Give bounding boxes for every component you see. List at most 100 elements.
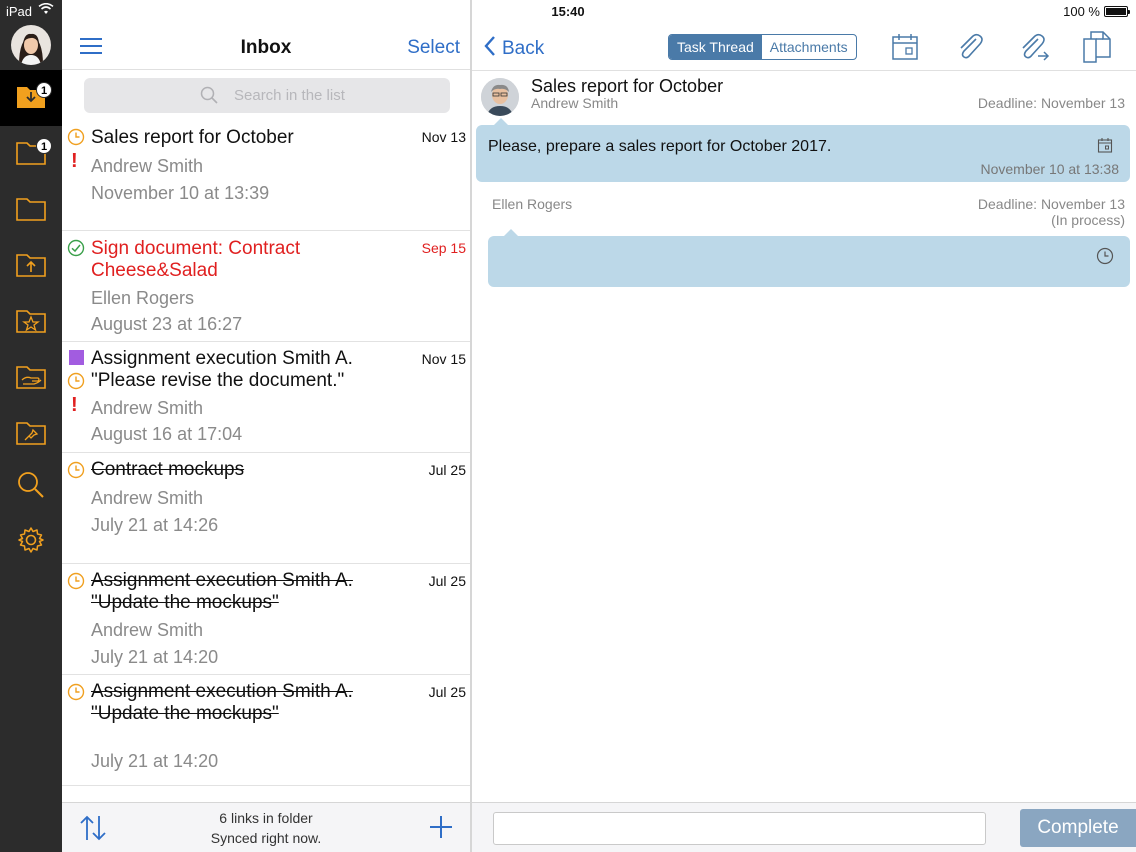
- list-item-date: Jul 25: [428, 462, 466, 478]
- author-avatar: [481, 78, 519, 116]
- list-item-date: Jul 25: [428, 573, 466, 589]
- attach-forward-icon[interactable]: [1018, 31, 1050, 66]
- detail-toolbar: Back Task Thread Attachments: [472, 24, 1136, 71]
- sidebar: 1 1: [0, 0, 62, 852]
- list-item-time: August 23 at 16:27: [91, 314, 243, 334]
- task-author: Andrew Smith: [531, 95, 619, 111]
- check-circle-icon: [67, 239, 85, 262]
- list-item[interactable]: Contract mockups Jul 25 Andrew Smith Jul…: [62, 453, 470, 564]
- list-item-date: Nov 13: [421, 129, 466, 145]
- tab-attachments[interactable]: Attachments: [762, 35, 856, 59]
- high-priority-icon: !: [71, 150, 78, 172]
- assignee-status: (In process): [1051, 212, 1125, 228]
- task-message-time: November 10 at 13:38: [980, 161, 1119, 177]
- sidebar-item-settings[interactable]: [0, 514, 62, 570]
- sync-status: Synced right now.: [210, 830, 322, 846]
- back-button[interactable]: Back: [484, 35, 544, 63]
- sidebar-item-search[interactable]: [0, 459, 62, 515]
- chevron-left-icon: [484, 35, 496, 63]
- clock-icon: [67, 683, 85, 706]
- list-item-sender: Andrew Smith: [91, 488, 204, 508]
- task-message-bubble: Please, prepare a sales report for Octob…: [476, 125, 1130, 182]
- bubble-tail: [504, 229, 518, 236]
- folder-upload-icon: [16, 251, 46, 282]
- sidebar-item-pinned[interactable]: [0, 406, 62, 462]
- copy-document-icon[interactable]: [1081, 31, 1113, 68]
- list-item[interactable]: ! Sales report for October Nov 13 Andrew…: [62, 120, 470, 231]
- battery-percent: 100 %: [1063, 4, 1100, 19]
- folder-pin-icon: [16, 419, 46, 450]
- folder-hand-icon: [16, 363, 46, 394]
- list-item-subject: Contract mockups: [91, 459, 245, 480]
- detail-footer: Complete: [472, 802, 1136, 852]
- status-bar: iPad 15:40 100 %: [0, 0, 1136, 24]
- clock-time: 15:40: [551, 4, 585, 19]
- category-color-icon: [69, 350, 84, 365]
- sidebar-item-favorites[interactable]: [0, 294, 62, 350]
- list-item[interactable]: ! Assignment execution Smith A. "Please …: [62, 342, 470, 453]
- folder-status: 6 links in folder Synced right now.: [62, 808, 470, 848]
- clock-icon: [67, 572, 85, 595]
- list-item-subject: Sign document: Contract Cheese&Salad: [91, 238, 301, 281]
- task-message-text: Please, prepare a sales report for Octob…: [488, 138, 832, 155]
- search-icon: [16, 470, 46, 505]
- sidebar-item-folder[interactable]: [0, 182, 62, 238]
- clock-icon: [1096, 247, 1114, 270]
- list-item-time: July 21 at 14:20: [91, 751, 219, 771]
- clock-icon: [67, 372, 85, 395]
- add-icon[interactable]: [428, 814, 454, 845]
- task-deadline: Deadline: November 13: [977, 95, 1125, 111]
- list-item[interactable]: Assignment execution Smith A. "Update th…: [62, 564, 470, 675]
- user-avatar[interactable]: [11, 25, 51, 65]
- task-detail-pane: Back Task Thread Attachments Sales repor…: [472, 0, 1136, 852]
- battery-indicator: 100 %: [1063, 4, 1130, 19]
- list-item-time: August 16 at 17:04: [91, 424, 243, 444]
- high-priority-icon: !: [71, 394, 78, 416]
- list-item-subject: Assignment execution Smith A. "Update th…: [91, 681, 353, 724]
- search-input[interactable]: [84, 78, 450, 113]
- list-item-subject: Assignment execution Smith A. "Please re…: [91, 348, 353, 391]
- tab-task-thread[interactable]: Task Thread: [669, 35, 762, 59]
- list-item-time: July 21 at 14:20: [91, 647, 219, 667]
- sidebar-item-delegated[interactable]: [0, 350, 62, 406]
- list-item-sender: Andrew Smith: [91, 620, 204, 640]
- message-list-pane: Inbox Select ! Sales report for October …: [62, 0, 470, 852]
- battery-icon: [1104, 6, 1130, 17]
- list-item-sender: Ellen Rogers: [91, 288, 195, 308]
- list-item-sender: Andrew Smith: [91, 156, 204, 176]
- sidebar-item-sent[interactable]: [0, 238, 62, 294]
- list-item[interactable]: Assignment execution Smith A. "Update th…: [62, 675, 470, 786]
- calendar-icon: [1097, 137, 1113, 158]
- search-bar[interactable]: [84, 78, 450, 113]
- folder-icon: [16, 195, 46, 226]
- calendar-icon[interactable]: [891, 31, 919, 66]
- task-title: Sales report for October: [531, 76, 724, 96]
- list-item-subject: Assignment execution Smith A. "Update th…: [91, 570, 353, 613]
- outbox-badge: 1: [36, 138, 52, 154]
- gear-icon: [16, 525, 46, 560]
- list-item-subject: Sales report for October: [91, 127, 294, 148]
- sidebar-item-inbox[interactable]: 1: [0, 70, 62, 126]
- sidebar-item-outbox[interactable]: 1: [0, 126, 62, 182]
- assignee-deadline: Deadline: November 13 (In process): [978, 196, 1125, 228]
- list-footer: 6 links in folder Synced right now.: [62, 802, 470, 852]
- list-item-date: Sep 15: [421, 240, 466, 256]
- link-count: 6 links in folder: [219, 810, 313, 826]
- list-item-time: July 21 at 14:26: [91, 515, 219, 535]
- paperclip-icon[interactable]: [954, 31, 984, 66]
- list-item-time: November 10 at 13:39: [91, 183, 270, 203]
- assignee-deadline-date: Deadline: November 13: [977, 196, 1125, 212]
- list-item-date: Nov 15: [421, 351, 466, 367]
- folder-star-icon: [16, 307, 46, 338]
- bubble-tail: [494, 118, 508, 125]
- list-item-sender: Andrew Smith: [91, 398, 204, 418]
- list-header: Inbox Select: [62, 24, 470, 70]
- clock-icon: [67, 128, 85, 151]
- assignee-name: Ellen Rogers: [492, 196, 573, 212]
- list-item[interactable]: Sign document: Contract Cheese&Salad Sep…: [62, 231, 470, 342]
- select-button[interactable]: Select: [407, 37, 460, 59]
- assignee-bubble: [488, 236, 1130, 287]
- list-item-date: Jul 25: [428, 684, 466, 700]
- complete-button[interactable]: Complete: [1020, 809, 1136, 847]
- comment-input[interactable]: [493, 812, 986, 845]
